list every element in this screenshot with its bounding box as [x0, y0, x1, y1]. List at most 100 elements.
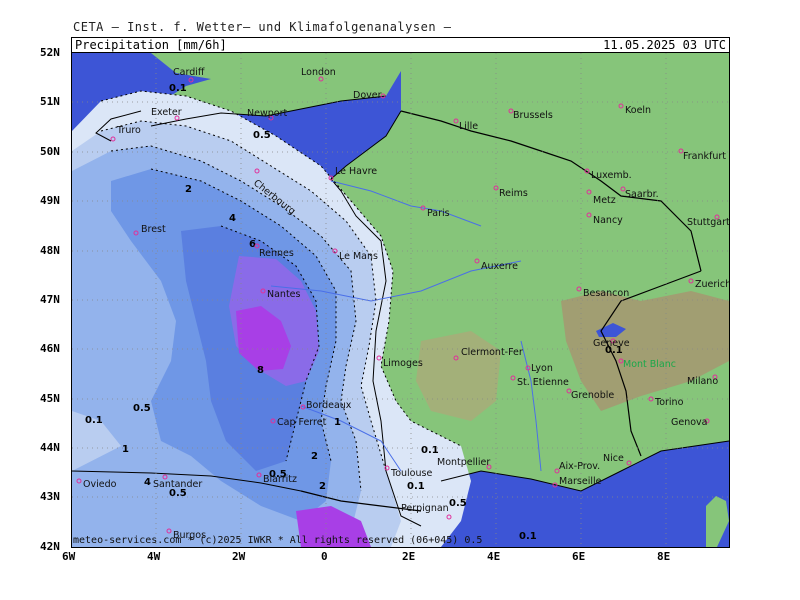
svg-text:Geneve: Geneve	[593, 338, 630, 349]
lat-label-50n: 50N	[40, 145, 60, 158]
svg-text:Mont Blanc: Mont Blanc	[623, 359, 676, 370]
map-frame: 0.1 0.5 2 4 6 8 0.1 0.5 1 2 1 0.5 2 4 0.…	[71, 52, 730, 548]
svg-text:Montpellier: Montpellier	[437, 457, 490, 468]
lat-label-52n: 52N	[40, 46, 60, 59]
contour-label-4-spain: 4	[144, 477, 151, 488]
lat-label-48n: 48N	[40, 244, 60, 257]
svg-text:Rennes: Rennes	[259, 248, 294, 259]
svg-text:Newport: Newport	[247, 108, 287, 119]
svg-text:Reims: Reims	[499, 188, 528, 199]
city-biarritz: Biarritz	[256, 472, 297, 485]
svg-text:Luxemb.: Luxemb.	[591, 170, 632, 181]
city-auxerre: Auxerre	[474, 258, 518, 272]
svg-text:Perpignan: Perpignan	[401, 503, 449, 514]
svg-text:Exeter: Exeter	[151, 107, 182, 118]
city-nancy: Nancy	[586, 212, 623, 226]
contour-label-0-1-med: 0.1	[519, 531, 537, 542]
svg-text:Zuerich: Zuerich	[695, 279, 729, 290]
svg-text:Brussels: Brussels	[513, 110, 553, 121]
svg-text:Brest: Brest	[141, 224, 166, 235]
valid-time: 11.05.2025 03 UTC	[603, 38, 726, 52]
svg-text:Nancy: Nancy	[593, 215, 623, 226]
city-aix-prov: Aix-Prov.	[554, 461, 600, 474]
svg-text:Nantes: Nantes	[267, 289, 301, 300]
svg-text:Paris: Paris	[427, 208, 450, 219]
contour-label-0-5-perp: 0.5	[449, 498, 467, 509]
contour-label-2-south: 2	[311, 451, 318, 462]
lat-label-43n: 43N	[40, 490, 60, 503]
precipitation-map: 0.1 0.5 2 4 6 8 0.1 0.5 1 2 1 0.5 2 4 0.…	[72, 53, 729, 547]
city-luxemb: Luxemb.	[584, 168, 632, 181]
svg-text:Genova: Genova	[671, 417, 707, 428]
svg-text:Le Mans: Le Mans	[339, 251, 378, 262]
svg-text:Frankfurt: Frankfurt	[683, 151, 726, 162]
lat-label-44n: 44N	[40, 441, 60, 454]
svg-text:Stuttgart: Stuttgart	[687, 217, 729, 228]
svg-text:Milano: Milano	[687, 376, 718, 387]
svg-text:Koeln: Koeln	[625, 105, 651, 116]
city-grenoble: Grenoble	[566, 388, 614, 401]
contour-label-4: 4	[229, 213, 236, 224]
city-mont-blanc: Mont Blanc	[618, 358, 676, 370]
svg-text:Aix-Prov.: Aix-Prov.	[559, 461, 600, 472]
contour-label-0-1: 0.1	[169, 83, 187, 94]
svg-text:Saarbr.: Saarbr.	[625, 189, 659, 200]
city-marseille: Marseille	[552, 476, 602, 488]
city-torino: Torino	[648, 396, 684, 408]
city-geneve: Geneve	[593, 338, 630, 349]
city-newport: Newport	[247, 108, 287, 121]
svg-text:Biarritz: Biarritz	[263, 474, 297, 485]
svg-text:Clermont-Fer: Clermont-Fer	[461, 347, 523, 358]
title-bar: Precipitation [mm/6h] 11.05.2025 03 UTC	[71, 37, 730, 53]
source-header: CETA — Inst. f. Wetter— und Klimafolgena…	[73, 20, 452, 34]
city-cap-ferret: Cap Ferret	[270, 417, 327, 428]
lon-label-2w: 2W	[232, 550, 246, 563]
contour-label-2-biarritz: 2	[319, 481, 326, 492]
contour-label-8: 8	[257, 365, 264, 376]
lat-label-51n: 51N	[40, 95, 60, 108]
city-genova: Genova	[671, 417, 710, 428]
lon-label-8e: 8E	[657, 550, 671, 563]
city-zuerich: Zuerich	[688, 278, 729, 290]
svg-text:Santander: Santander	[153, 479, 202, 490]
lat-label-42n: 42N	[40, 540, 60, 553]
svg-text:Metz: Metz	[593, 195, 616, 206]
city-frankfurt: Frankfurt	[678, 148, 726, 162]
lon-label-0: 0	[321, 550, 328, 563]
svg-text:Dover: Dover	[353, 90, 382, 101]
svg-text:Cardiff: Cardiff	[173, 67, 205, 78]
contour-label-0-1-toulouse: 0.1	[421, 445, 439, 456]
lon-label-6w: 6W	[62, 550, 76, 563]
city-reims: Reims	[493, 185, 528, 199]
svg-text:Auxerre: Auxerre	[481, 261, 518, 272]
city-dover: Dover	[353, 90, 386, 101]
svg-text:Oviedo: Oviedo	[83, 479, 117, 490]
contour-label-0-5-west: 0.5	[133, 403, 151, 414]
city-le-mans: Le Mans	[332, 248, 378, 262]
product-title: Precipitation [mm/6h]	[75, 38, 227, 52]
svg-text:Marseille: Marseille	[559, 476, 602, 487]
lat-label-49n: 49N	[40, 194, 60, 207]
city-oviedo: Oviedo	[76, 478, 117, 490]
contour-label-1-east: 1	[334, 417, 341, 428]
lon-label-6e: 6E	[572, 550, 586, 563]
city-stuttgart: Stuttgart	[687, 214, 729, 228]
svg-text:Le Havre: Le Havre	[335, 166, 377, 177]
city-limoges: Limoges	[376, 355, 423, 369]
city-saarbr: Saarbr.	[620, 186, 659, 200]
svg-text:Truro: Truro	[116, 125, 141, 136]
city-lyon: Lyon	[525, 363, 553, 374]
lat-label-47n: 47N	[40, 293, 60, 306]
contour-label-6: 6	[249, 239, 256, 250]
contour-label-0-1-perp: 0.1	[407, 481, 425, 492]
svg-text:Nice: Nice	[603, 453, 624, 464]
contour-label-2: 2	[185, 184, 192, 195]
city-brussels: Brussels	[508, 108, 553, 121]
contour-label-0-1-west: 0.1	[85, 415, 103, 426]
contour-label-0-5: 0.5	[253, 130, 271, 141]
city-nantes: Nantes	[260, 288, 301, 300]
svg-text:Cap Ferret: Cap Ferret	[277, 417, 327, 428]
svg-text:Toulouse: Toulouse	[390, 468, 432, 479]
city-milano: Milano	[687, 374, 718, 387]
contour-label-1-west: 1	[122, 444, 129, 455]
